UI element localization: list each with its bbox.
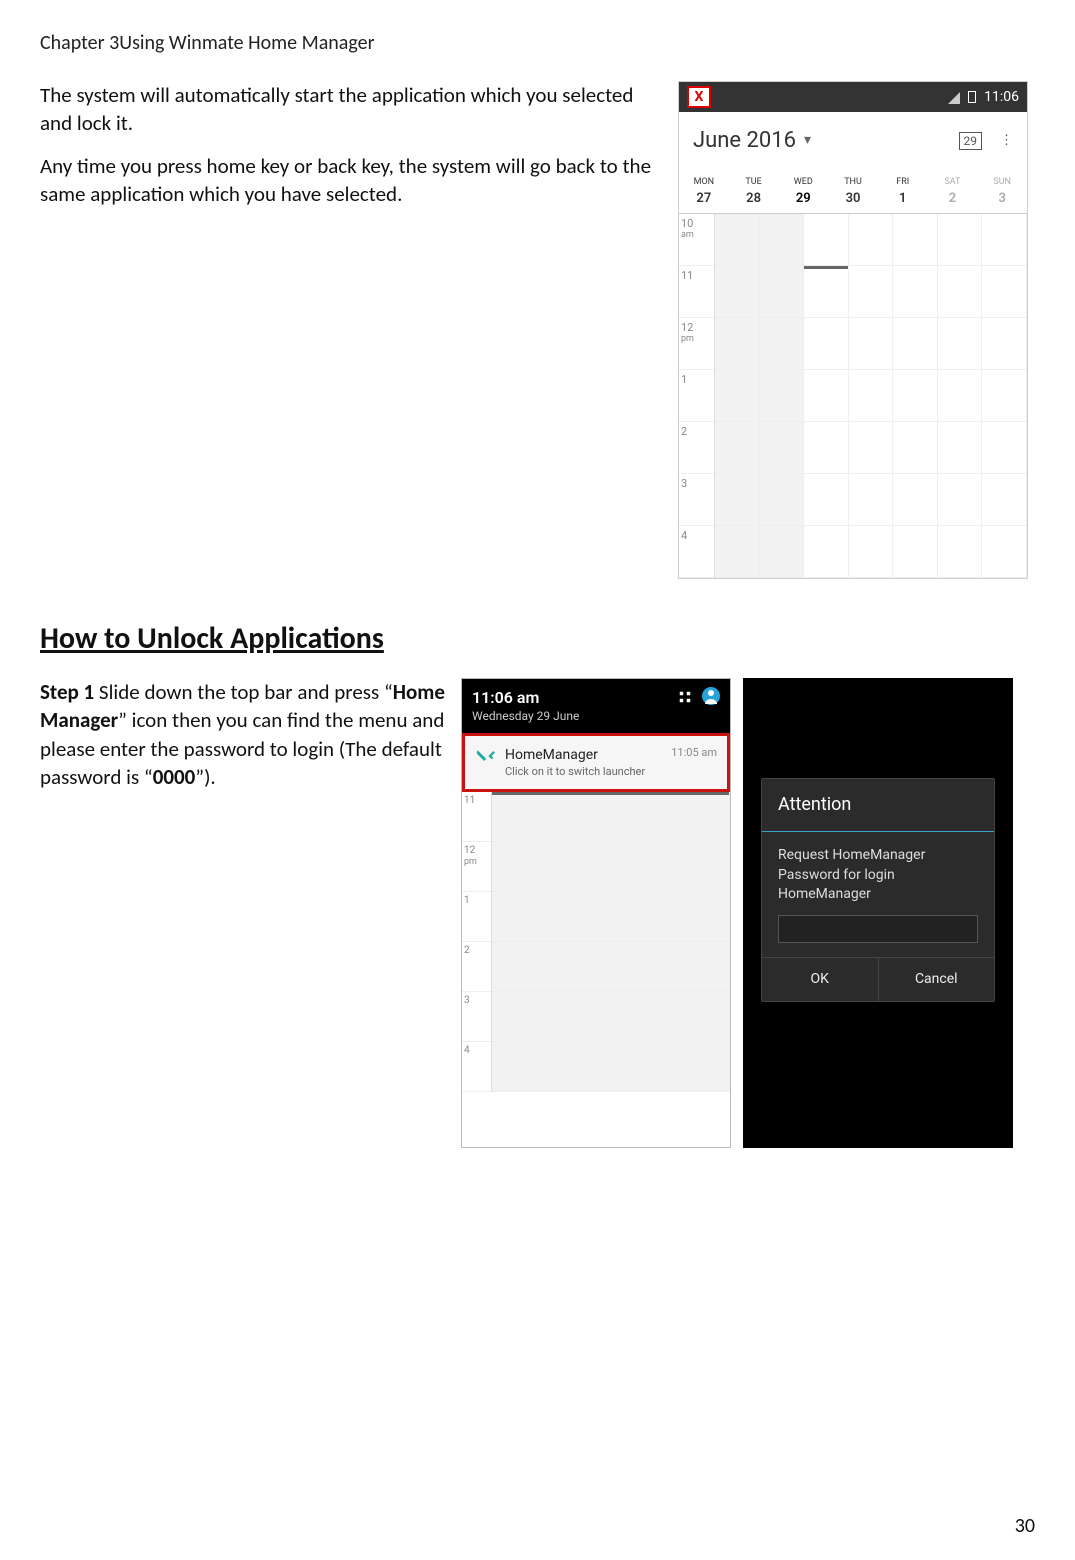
drawer-date: Wednesday 29 June — [472, 708, 579, 724]
calendar-grid: 10am 11 12pm 1 2 3 4 — [679, 214, 1027, 578]
section-2-text: Step 1 Slide down the top bar and press … — [40, 678, 445, 803]
signal-icon — [948, 91, 960, 103]
calendar-day-headers: MON27 TUE28 WED29 THU30 FRI1 SAT2 SUN3 — [679, 170, 1027, 215]
user-icon[interactable] — [702, 687, 720, 712]
wrench-icon — [475, 746, 495, 769]
section-1: The system will automatically start the … — [40, 81, 1037, 579]
calendar-slots — [715, 214, 1027, 578]
slot-col-weekend[interactable] — [938, 214, 983, 578]
cancel-button[interactable]: Cancel — [878, 958, 995, 1001]
day-header[interactable]: TUE28 — [729, 170, 779, 214]
hour-label: 4 — [679, 526, 714, 578]
day-header[interactable]: THU30 — [828, 170, 878, 214]
dialog-backdrop — [743, 678, 1013, 778]
slot-col[interactable] — [893, 214, 938, 578]
day-header-weekend[interactable]: SUN3 — [977, 170, 1027, 214]
day-header-weekend[interactable]: SAT2 — [928, 170, 978, 214]
step-1-label: Step 1 — [40, 679, 94, 705]
notification-homemanager[interactable]: HomeManager Click on it to switch launch… — [462, 733, 730, 793]
page-number: 30 — [1015, 1513, 1035, 1540]
notification-timestamp: 11:05 am — [671, 746, 717, 761]
figure-password-dialog: Attention Request HomeManager Password f… — [743, 678, 1013, 1148]
hour-label: 2 — [679, 422, 714, 474]
section-2-figures: 11:06 am Wednesday 29 June Home — [461, 678, 1013, 1148]
chevron-down-icon: ▾ — [804, 131, 811, 150]
hour-label: 2 — [462, 942, 491, 992]
day-header[interactable]: FRI1 — [878, 170, 928, 214]
day-header-selected[interactable]: WED29 — [778, 170, 828, 214]
slot-col — [492, 792, 730, 1092]
close-icon[interactable]: X — [687, 86, 711, 108]
hour-label: 12pm — [462, 842, 491, 892]
dialog-message: Request HomeManager Password for login H… — [778, 846, 978, 905]
calendar-hour-labels: 10am 11 12pm 1 2 3 4 — [679, 214, 715, 578]
slot-col[interactable] — [849, 214, 894, 578]
hour-label: 11 — [462, 792, 491, 842]
calendar-month-picker[interactable]: June 2016 ▾ — [693, 126, 811, 156]
section-title-unlock: How to Unlock Applications — [40, 619, 1037, 660]
slot-col-today[interactable] — [804, 214, 849, 578]
attention-dialog: Attention Request HomeManager Password f… — [761, 778, 995, 1002]
figure-notification-drawer: 11:06 am Wednesday 29 June Home — [461, 678, 731, 1148]
calendar-actions: 29 ⋮ — [959, 132, 1014, 150]
section-1-para-2: Any time you press home key or back key,… — [40, 152, 660, 209]
calendar-header: June 2016 ▾ 29 ⋮ — [679, 112, 1027, 170]
day-header[interactable]: MON27 — [679, 170, 729, 214]
default-password-bold: 0000 — [153, 764, 196, 790]
step-1-text: Step 1 Slide down the top bar and press … — [40, 678, 445, 791]
ok-button[interactable]: OK — [762, 958, 878, 1001]
hour-label: 12pm — [679, 318, 714, 370]
status-time: 11:06 — [984, 88, 1019, 107]
notification-drawer-header: 11:06 am Wednesday 29 June — [462, 679, 730, 733]
calendar-event[interactable] — [804, 266, 848, 318]
today-button[interactable]: 29 — [959, 132, 983, 150]
overflow-menu-icon[interactable]: ⋮ — [1000, 132, 1013, 150]
hour-label: 11 — [679, 266, 714, 318]
hour-label: 10am — [679, 214, 714, 266]
slot-col[interactable] — [715, 214, 760, 578]
settings-icon[interactable] — [678, 690, 692, 710]
notification-body: Click on it to switch launcher — [505, 765, 645, 780]
hour-label: 3 — [462, 992, 491, 1042]
section-2: Step 1 Slide down the top bar and press … — [40, 678, 1037, 1148]
hour-label: 1 — [679, 370, 714, 422]
slot-col[interactable] — [760, 214, 805, 578]
figure-calendar-app: X 11:06 June 2016 ▾ 29 ⋮ MON27 TUE28 WED… — [678, 81, 1028, 579]
password-input[interactable] — [778, 915, 978, 943]
calendar-month-label: June 2016 — [693, 126, 796, 156]
slot-col-weekend[interactable] — [982, 214, 1027, 578]
hour-label: 4 — [462, 1042, 491, 1092]
dialog-body: Request HomeManager Password for login H… — [762, 832, 994, 957]
drawer-time: 11:06 am — [472, 687, 579, 709]
status-bar-right: 11:06 — [948, 88, 1019, 107]
battery-icon — [968, 91, 976, 103]
section-1-para-1: The system will automatically start the … — [40, 81, 660, 138]
notification-title: HomeManager — [505, 746, 645, 765]
hour-label: 3 — [679, 474, 714, 526]
section-1-text: The system will automatically start the … — [40, 81, 660, 222]
calendar-behind-drawer: 11 12pm 1 2 3 4 — [462, 792, 730, 1092]
dialog-buttons: OK Cancel — [762, 957, 994, 1001]
dialog-title: Attention — [762, 779, 994, 832]
hour-label: 1 — [462, 892, 491, 942]
drawer-quick-icons — [678, 687, 720, 712]
status-bar: X 11:06 — [679, 82, 1027, 112]
chapter-header: Chapter 3Using Winmate Home Manager — [40, 30, 1037, 57]
